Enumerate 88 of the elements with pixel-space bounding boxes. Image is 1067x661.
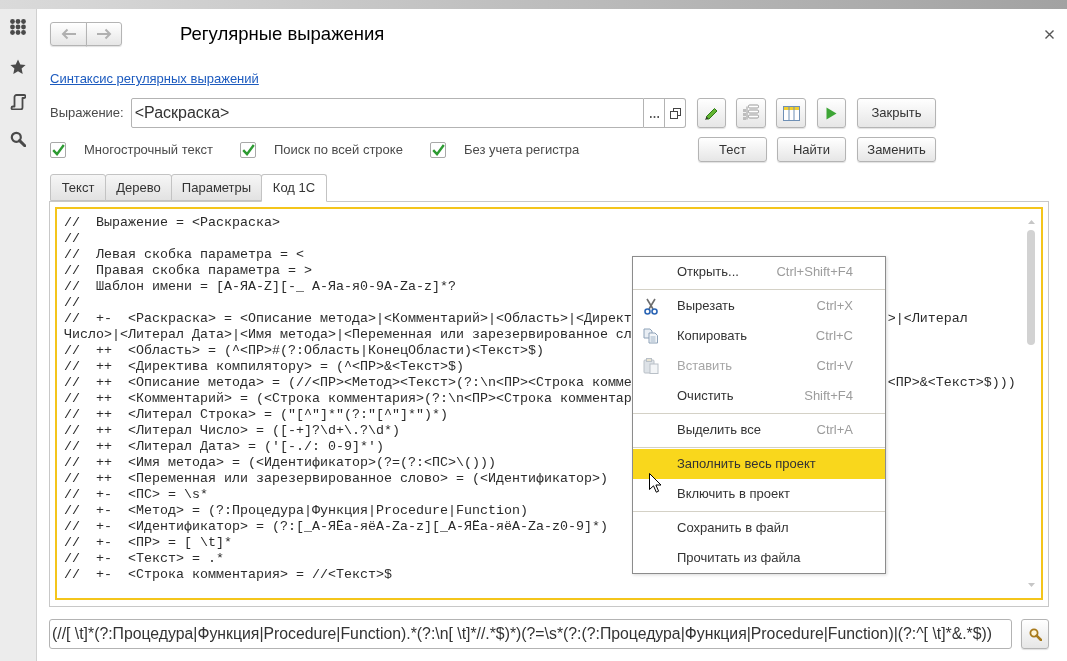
arrow-right-icon bbox=[96, 28, 112, 40]
menu-item[interactable]: Заполнить весь проект bbox=[633, 449, 885, 479]
edit-button[interactable] bbox=[697, 98, 726, 128]
checkbox[interactable] bbox=[240, 141, 256, 158]
overlapping-squares-icon bbox=[669, 107, 681, 119]
code-line: // +- <Текст> = .* bbox=[64, 551, 224, 566]
window-title: Регулярные выражения bbox=[180, 23, 385, 45]
code-line: // +- <Строка комментария> = //<Текст>$ bbox=[64, 567, 392, 582]
table-button[interactable] bbox=[776, 98, 806, 128]
search-icon[interactable] bbox=[10, 131, 26, 147]
code-line: // ++ <Область> = (^<ПР>#(?:Область|КонецОбласти)<Текст>$) bbox=[64, 343, 544, 358]
code-line: Число>|<Литерал Дата>|<Имя метода>|<Переменная или зарезервированное сл bbox=[64, 327, 632, 342]
code-line: // +- <Идентификатор> = (?:[_А-ЯЁа-яёA-Za-z][_А-ЯЁа-яёA-Za-z0-9]*) bbox=[64, 519, 608, 534]
code-line: // ++ <Литерал Число> = ([-+]?\d+\.?\d*) bbox=[64, 423, 400, 438]
checkbox-label: Многострочный текст bbox=[84, 140, 214, 159]
code-line: // +- <Раскраска> = <Описание метода>|<Комментарий>|<Область>|<Директ bbox=[64, 311, 632, 326]
tab[interactable]: Код 1С bbox=[261, 174, 327, 202]
expression-label: Выражение: bbox=[50, 104, 124, 123]
back-button[interactable] bbox=[50, 22, 87, 46]
list-icon bbox=[742, 104, 760, 122]
tab[interactable]: Параметры bbox=[171, 174, 262, 201]
check-icon bbox=[241, 143, 255, 156]
code-line: // ++ <Имя метода> = (<Идентификатор>(?=(?:<ПС>\())) bbox=[64, 455, 496, 470]
shortcut-text: Ctrl+C bbox=[815, 327, 853, 346]
code-line: // bbox=[64, 231, 80, 246]
close-form-button[interactable]: Закрыть bbox=[857, 98, 936, 128]
tab[interactable]: Текст bbox=[50, 174, 106, 201]
tab[interactable]: Дерево bbox=[105, 174, 172, 201]
menu-item[interactable]: Сохранить в файл bbox=[633, 513, 885, 543]
replace-button[interactable]: Заменить bbox=[857, 137, 936, 162]
code-line: // ++ <Переменная или зарезервированное слово> = (<Идентификатор>) bbox=[64, 471, 608, 486]
code-line: <ПР>&<Текст>$))) bbox=[887, 375, 1016, 391]
apps-grid-icon[interactable] bbox=[10, 19, 26, 35]
shortcut-text: Ctrl+Shift+F4 bbox=[776, 263, 853, 282]
code-line: // +- <ПР> = [ \t]* bbox=[64, 535, 232, 550]
test-button[interactable]: Тест bbox=[698, 137, 767, 162]
code-line: // +- <Метод> = (?:Процедура|Функция|Procedure|Function) bbox=[64, 503, 528, 518]
menu-item[interactable]: Открыть... Ctrl+Shift+F4 bbox=[633, 257, 885, 287]
syntax-link[interactable]: Синтаксис регулярных выражений bbox=[50, 71, 259, 87]
check-icon bbox=[431, 143, 445, 156]
code-line: // ++ <Литерал Дата> = ('[-./: 0-9]*') bbox=[64, 439, 384, 454]
search-button[interactable] bbox=[1021, 619, 1049, 649]
arrow-left-icon bbox=[60, 28, 77, 40]
code-line: // Выражение = <Раскраска> bbox=[64, 215, 280, 230]
code-line: // Левая скобка параметра = < bbox=[64, 247, 304, 262]
find-button[interactable]: Найти bbox=[777, 137, 846, 162]
pencil-icon bbox=[704, 105, 719, 121]
code-line: // ++ <Литерал Строка> = ("[^"]*"(?:"[^"]*")*) bbox=[64, 407, 448, 422]
table-icon bbox=[782, 105, 800, 121]
copy-icon bbox=[643, 328, 659, 344]
result-field[interactable]: (//[ \t]*(?:Процедура|Функция|Procedure|Function).*(?:\n[ \t]*//.*$)*)(?=\s*(?:(?:Процедура|Функция|Procedure|Function)|(?:^[ \t]*&.*$)) bbox=[49, 619, 1012, 649]
code-line: // Правая скобка параметра = > bbox=[64, 263, 312, 278]
clipboard-icon bbox=[643, 358, 659, 374]
menu-item[interactable]: Очистить Shift+F4 bbox=[633, 381, 885, 411]
open-button[interactable] bbox=[665, 98, 686, 128]
shortcut-text: Ctrl+A bbox=[816, 421, 853, 440]
shortcut-text: Ctrl+V bbox=[816, 357, 853, 376]
checkbox-label: Без учета регистра bbox=[464, 140, 580, 159]
code-line: // +- <ПС> = \s* bbox=[64, 487, 208, 502]
scrollbar-thumb[interactable] bbox=[1027, 230, 1035, 345]
expression-field[interactable]: <Раскраска> bbox=[130, 98, 644, 128]
star-icon[interactable] bbox=[10, 59, 26, 75]
menu-item[interactable]: Прочитать из файла bbox=[633, 543, 885, 573]
menu-item[interactable]: Вырезать Ctrl+X bbox=[633, 291, 885, 321]
checkbox[interactable] bbox=[430, 141, 446, 158]
code-line: >|<Литерал bbox=[887, 311, 968, 327]
code-line: // ++ <Комментарий> = (<Строка комментария>(?:\n<ПР><Строка комментар bbox=[64, 391, 632, 406]
list-button[interactable] bbox=[736, 98, 766, 128]
shortcut-text: Shift+F4 bbox=[804, 387, 853, 406]
menu-item[interactable]: Копировать Ctrl+C bbox=[633, 321, 885, 351]
run-button[interactable] bbox=[817, 98, 846, 128]
check-icon bbox=[51, 143, 65, 156]
checkbox[interactable] bbox=[50, 141, 66, 158]
checkbox-label: Поиск по всей строке bbox=[274, 140, 403, 159]
search-icon bbox=[1028, 627, 1042, 641]
close-icon[interactable] bbox=[1045, 29, 1054, 39]
code-line: // Шаблон имени = [А-ЯA-Z][-_ А-Яа-я0-9A-Za-z]*? bbox=[64, 279, 456, 294]
menu-item[interactable]: Включить в проект bbox=[633, 479, 885, 509]
mouse-cursor-icon bbox=[649, 473, 662, 493]
code-line: // ++ <Директива компилятору> = (^<ПР>&<Текст>$) bbox=[64, 359, 464, 374]
menu-item[interactable]: Выделить все Ctrl+A bbox=[633, 415, 885, 445]
code-line: // ++ <Описание метода> = (//<ПР><Метод><Текст>(?:\n<ПР><Строка комме bbox=[64, 375, 632, 390]
shortcut-text: Ctrl+X bbox=[816, 297, 853, 316]
forward-button[interactable] bbox=[86, 22, 122, 46]
scroll-icon[interactable] bbox=[10, 94, 26, 110]
scissors-icon bbox=[644, 297, 658, 315]
play-icon bbox=[826, 106, 837, 120]
code-line: // bbox=[64, 295, 80, 310]
